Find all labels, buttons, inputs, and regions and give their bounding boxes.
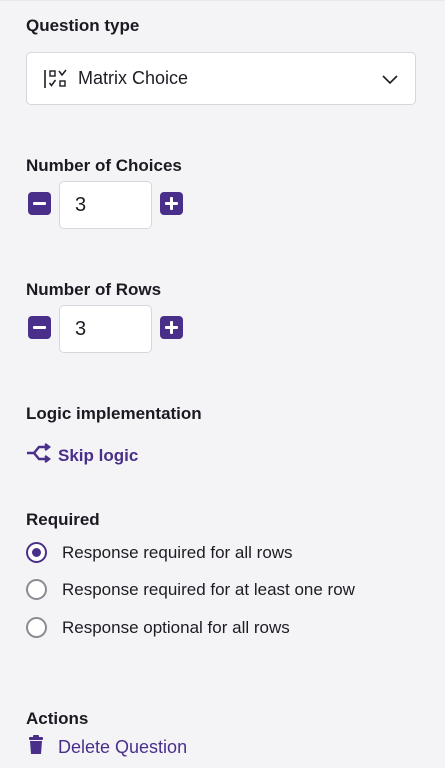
radio-required-all-rows[interactable]: Response required for all rows <box>26 542 293 563</box>
number-of-rows-heading: Number of Rows <box>26 280 162 299</box>
choices-decrement-button[interactable] <box>28 192 51 215</box>
radio-optional-all-rows[interactable]: Response optional for all rows <box>26 617 290 638</box>
radio-label: Response required for at least one row <box>62 579 355 599</box>
radio-button[interactable] <box>26 542 47 563</box>
choices-count-input[interactable] <box>59 181 152 229</box>
radio-label: Response required for all rows <box>62 542 293 562</box>
skip-logic-link[interactable]: Skip logic <box>26 443 138 468</box>
chevron-down-icon <box>381 72 399 85</box>
shuffle-icon <box>26 443 52 468</box>
rows-count-input[interactable] <box>59 305 152 353</box>
trash-icon <box>28 735 44 760</box>
delete-question-label: Delete Question <box>58 737 188 757</box>
skip-logic-label: Skip logic <box>58 445 139 465</box>
radio-required-at-least-one-row[interactable]: Response required for at least one row <box>26 579 355 600</box>
matrix-choice-icon <box>43 68 69 90</box>
radio-label: Response optional for all rows <box>62 617 290 637</box>
actions-heading: Actions <box>26 709 89 728</box>
logic-implementation-heading: Logic implementation <box>26 404 202 423</box>
delete-question-button[interactable]: Delete Question <box>28 735 187 760</box>
choices-increment-button[interactable] <box>160 192 183 215</box>
radio-button[interactable] <box>26 617 47 638</box>
radio-button[interactable] <box>26 579 47 600</box>
question-settings-panel: Question type Matrix Choice Number of Ch… <box>0 0 445 768</box>
question-type-heading: Question type <box>26 16 140 35</box>
rows-decrement-button[interactable] <box>28 316 51 339</box>
number-of-choices-heading: Number of Choices <box>26 156 182 175</box>
question-type-select[interactable]: Matrix Choice <box>26 52 416 105</box>
question-type-value: Matrix Choice <box>78 68 189 88</box>
required-heading: Required <box>26 510 100 529</box>
rows-increment-button[interactable] <box>160 316 183 339</box>
